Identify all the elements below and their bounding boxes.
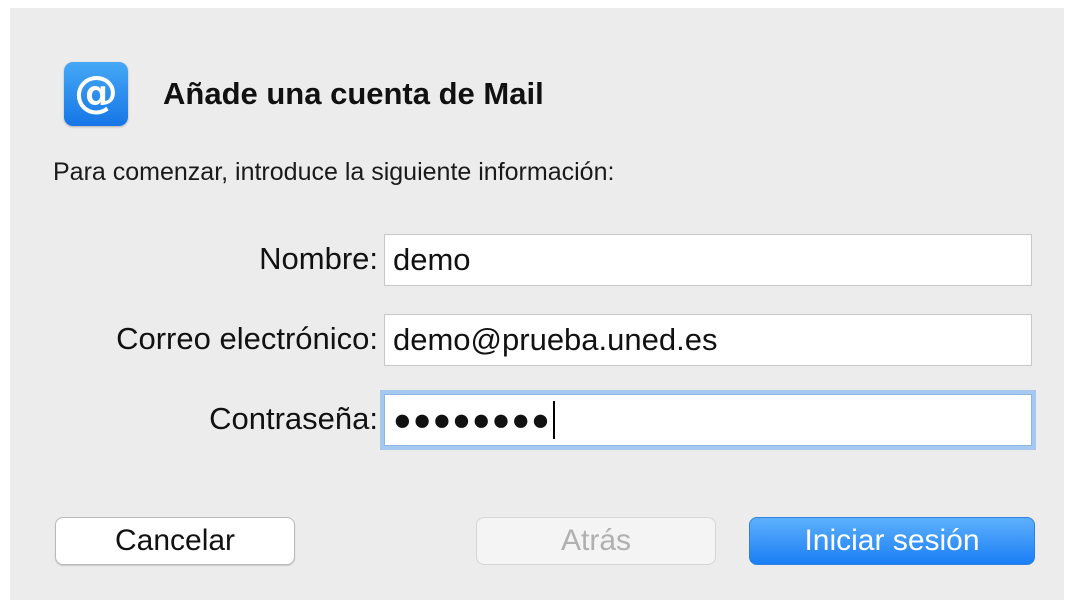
name-field[interactable]: demo bbox=[384, 234, 1032, 286]
name-label: Nombre: bbox=[259, 241, 378, 276]
mail-at-icon: @ bbox=[64, 62, 128, 126]
sign-in-button[interactable]: Iniciar sesión bbox=[749, 517, 1035, 565]
back-button[interactable]: Atrás bbox=[476, 517, 716, 565]
text-caret bbox=[552, 400, 555, 439]
email-field[interactable]: demo@prueba.uned.es bbox=[384, 314, 1032, 366]
intro-text: Para comenzar, introduce la siguiente in… bbox=[53, 158, 615, 186]
add-mail-account-dialog: @ Añade una cuenta de Mail Para comenzar… bbox=[10, 8, 1064, 600]
name-value: demo bbox=[393, 242, 471, 277]
password-label: Contraseña: bbox=[209, 401, 378, 436]
password-masked-value: ●●●●●●●● bbox=[393, 402, 551, 437]
password-field[interactable]: ●●●●●●●● bbox=[384, 394, 1032, 446]
cancel-button[interactable]: Cancelar bbox=[55, 517, 295, 565]
email-value: demo@prueba.uned.es bbox=[393, 322, 718, 357]
email-label: Correo electrónico: bbox=[116, 321, 378, 356]
dialog-title: Añade una cuenta de Mail bbox=[163, 76, 544, 111]
